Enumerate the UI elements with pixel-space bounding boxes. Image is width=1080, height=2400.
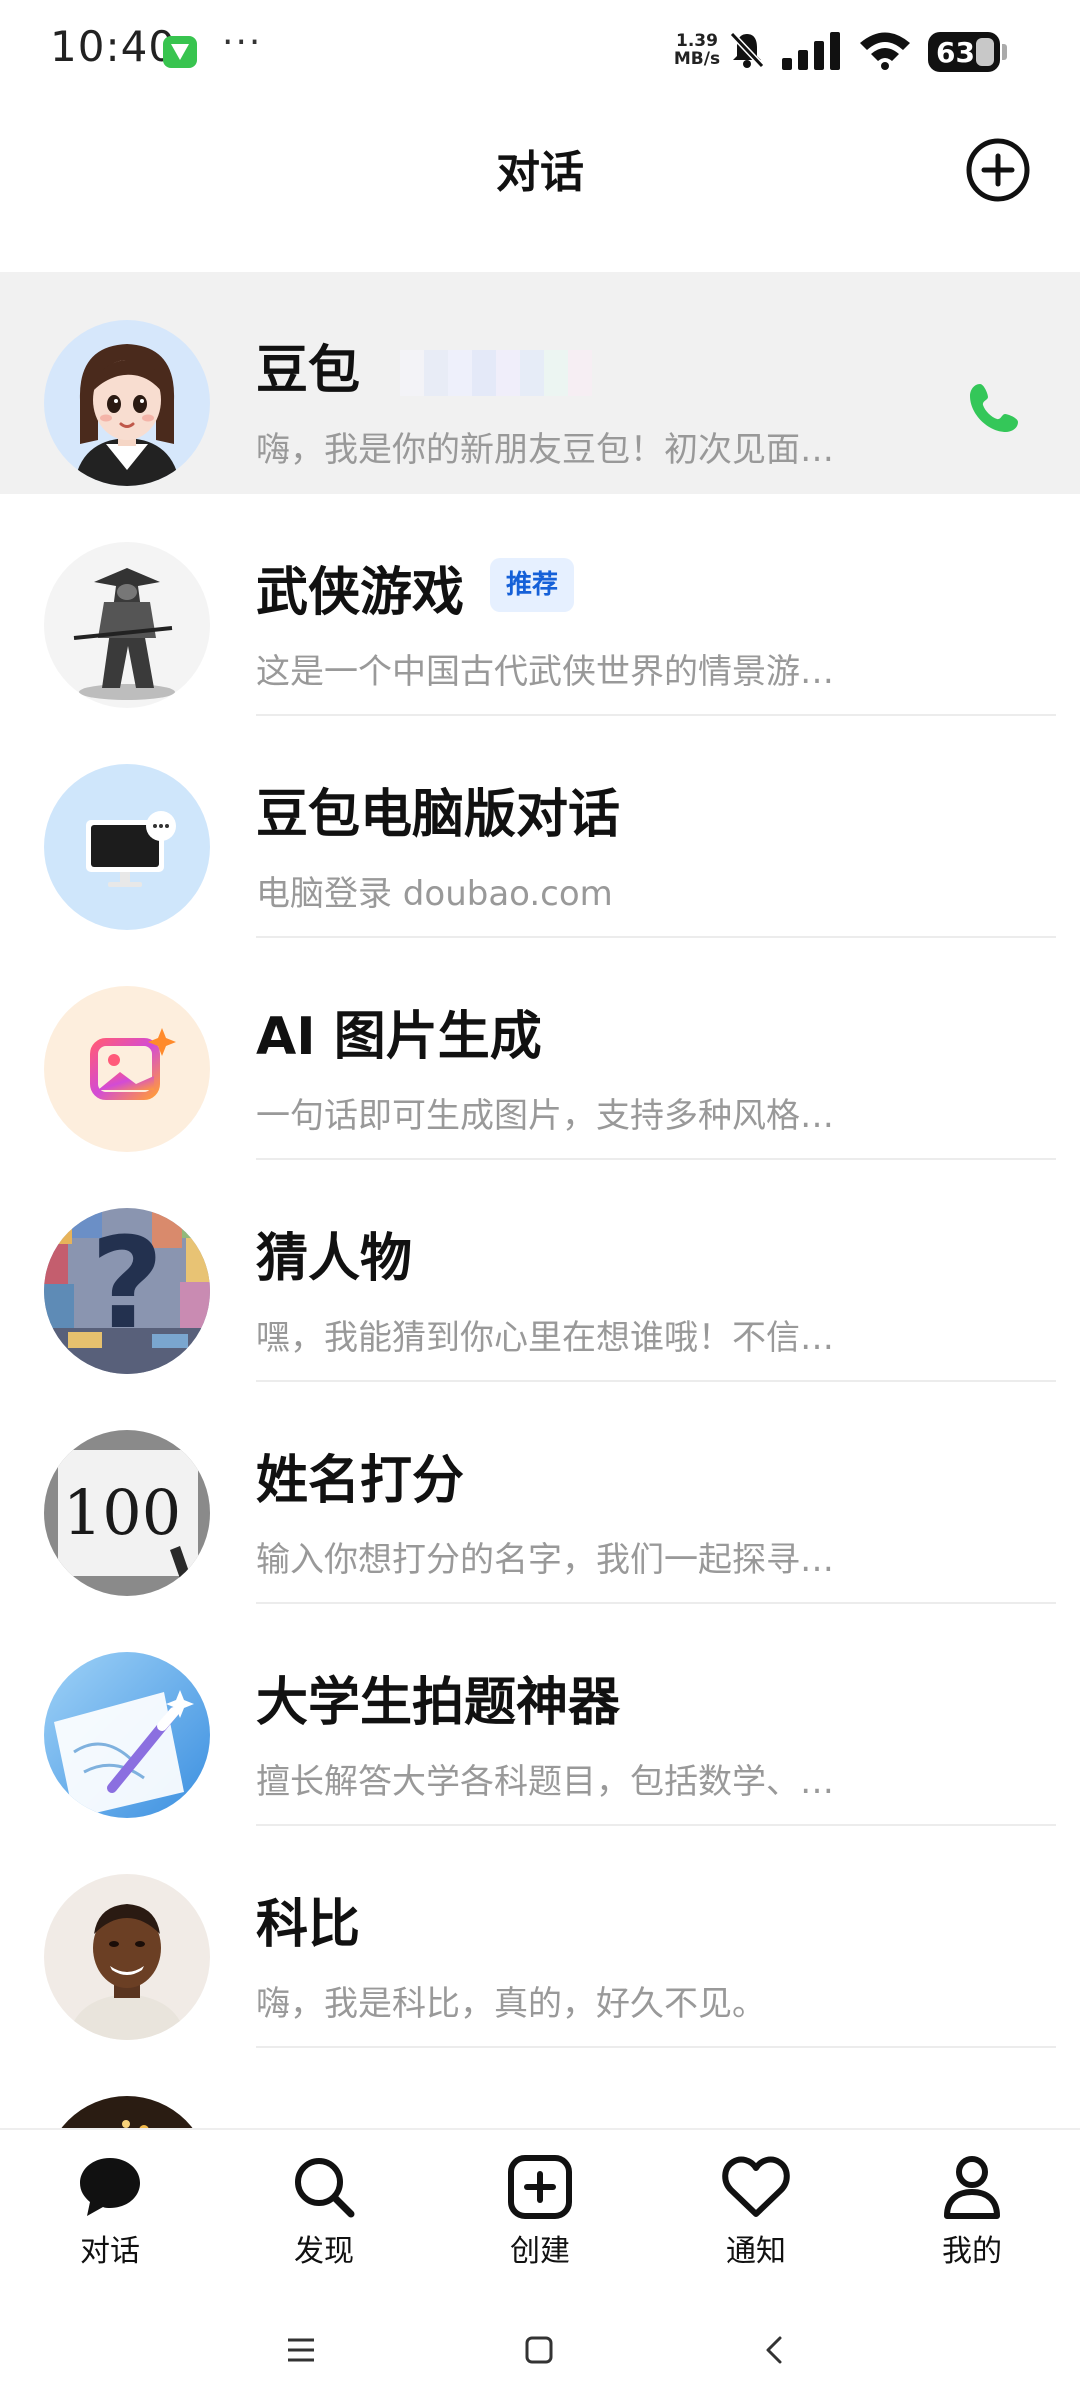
app-screen: 10:40 ··· 1.39 MB/s 63 对话 豆包 嗨，我是你的新朋友豆包… <box>0 0 1080 2400</box>
net-speed-value: 1.39 <box>676 31 718 51</box>
status-bar: 10:40 ··· 1.39 MB/s 63 <box>0 0 1080 100</box>
chat-title: AI 图片生成 <box>256 1007 542 1067</box>
chat-subtitle: 嗨，我是科比，真的，好久不见。 <box>256 1984 766 2024</box>
battery-level: 63 <box>936 36 975 69</box>
nav-tab-me[interactable]: 我的 <box>902 2152 1042 2292</box>
chat-title: 豆包 <box>256 341 361 401</box>
chat-row-desktop[interactable]: 豆包电脑版对话 电脑登录 doubao.com <box>0 716 1080 938</box>
nav-label: 通知 <box>726 2234 786 2269</box>
chat-title: 姓名打分 <box>256 1451 465 1511</box>
nav-label: 我的 <box>942 2234 1002 2269</box>
chat-row-guess[interactable]: ? 猜人物 嘿，我能猜到你心里在想谁哦！不信… <box>0 1160 1080 1382</box>
score-text: 100 <box>62 1476 182 1549</box>
battery-fill <box>976 38 994 66</box>
chat-subtitle: 嗨，我是你的新朋友豆包！初次见面… <box>256 430 834 470</box>
net-speed: 1.39 MB/s <box>668 32 726 68</box>
nav-label: 发现 <box>294 2234 354 2269</box>
phone-icon[interactable] <box>966 380 1022 440</box>
person-icon <box>944 2156 1000 2219</box>
chat-list: 豆包 嗨，我是你的新朋友豆包！初次见面… 武侠游戏 推荐 这是一个中国古代武侠世… <box>0 272 1080 2270</box>
chat-subtitle: 输入你想打分的名字，我们一起探寻… <box>256 1540 834 1580</box>
bell-muted-icon <box>728 30 766 74</box>
status-time: 10:40 <box>50 22 177 71</box>
heart-icon <box>722 2156 790 2217</box>
create-plus-square-icon <box>508 2155 572 2219</box>
chat-title: 猜人物 <box>256 1229 413 1289</box>
recommend-badge: 推荐 <box>490 558 575 612</box>
chat-row-doubao[interactable]: 豆包 嗨，我是你的新朋友豆包！初次见面… <box>0 272 1080 494</box>
chat-subtitle: 这是一个中国古代武侠世界的情景游… <box>256 652 834 692</box>
blurred-username <box>400 350 600 396</box>
wifi-icon <box>858 30 912 74</box>
chat-title: 豆包电脑版对话 <box>256 785 621 845</box>
avatar-computer <box>44 764 210 930</box>
avatar-magic-wand <box>44 1652 210 1818</box>
signal-icon <box>782 32 844 74</box>
chat-subtitle: 电脑登录 doubao.com <box>256 874 613 914</box>
avatar-doubao <box>44 320 210 486</box>
chat-title: 大学生拍题神器 <box>256 1673 621 1733</box>
avatar-score: 100 <box>44 1430 210 1596</box>
chat-subtitle: 嘿，我能猜到你心里在想谁哦！不信… <box>256 1318 834 1358</box>
home-icon[interactable] <box>524 2336 554 2368</box>
plus-circle-icon[interactable] <box>964 136 1032 204</box>
question-mark: ? <box>90 1210 164 1357</box>
avatar-swordsman <box>44 542 210 708</box>
chat-title: 科比 <box>256 1895 361 1955</box>
battery-tip <box>1002 44 1007 60</box>
chat-bubble-icon <box>80 2158 140 2216</box>
nav-tab-create[interactable]: 创建 <box>470 2152 610 2292</box>
avatar-image-gen <box>44 986 210 1152</box>
avatar-kobe <box>44 1874 210 2040</box>
menu-icon[interactable] <box>286 2336 316 2368</box>
battery-icon: 63 <box>928 32 1000 72</box>
top-bar: 对话 <box>0 100 1080 270</box>
nav-tab-discover[interactable]: 发现 <box>254 2152 394 2292</box>
bottom-nav: 对话 发现 创建 通知 我的 <box>0 2128 1080 2300</box>
nav-tab-notify[interactable]: 通知 <box>686 2152 826 2292</box>
chat-title: 武侠游戏 <box>256 563 465 623</box>
system-nav-bar <box>0 2300 1080 2400</box>
chat-subtitle: 一句话即可生成图片，支持多种风格… <box>256 1096 834 1136</box>
net-speed-unit: MB/s <box>673 49 721 69</box>
chat-row-homework[interactable]: 大学生拍题神器 擅长解答大学各科题目，包括数学、… <box>0 1604 1080 1826</box>
chat-row-name-score[interactable]: 100 姓名打分 输入你想打分的名字，我们一起探寻… <box>0 1382 1080 1604</box>
chat-subtitle: 擅长解答大学各科题目，包括数学、… <box>256 1762 834 1802</box>
chat-row-image-gen[interactable]: AI 图片生成 一句话即可生成图片，支持多种风格… <box>0 938 1080 1160</box>
back-icon[interactable] <box>762 2334 788 2370</box>
nav-label: 创建 <box>510 2234 570 2269</box>
chat-row-kobe[interactable]: 科比 嗨，我是科比，真的，好久不见。 <box>0 1826 1080 2048</box>
avatar-question: ? <box>44 1208 210 1374</box>
nav-tab-chat[interactable]: 对话 <box>40 2152 180 2292</box>
search-icon <box>295 2158 355 2218</box>
nav-label: 对话 <box>80 2234 140 2269</box>
chat-row-wuxia[interactable]: 武侠游戏 推荐 这是一个中国古代武侠世界的情景游… <box>0 494 1080 716</box>
status-more: ··· <box>222 22 263 63</box>
page-title: 对话 <box>496 147 584 198</box>
green-shield-icon <box>163 36 197 68</box>
